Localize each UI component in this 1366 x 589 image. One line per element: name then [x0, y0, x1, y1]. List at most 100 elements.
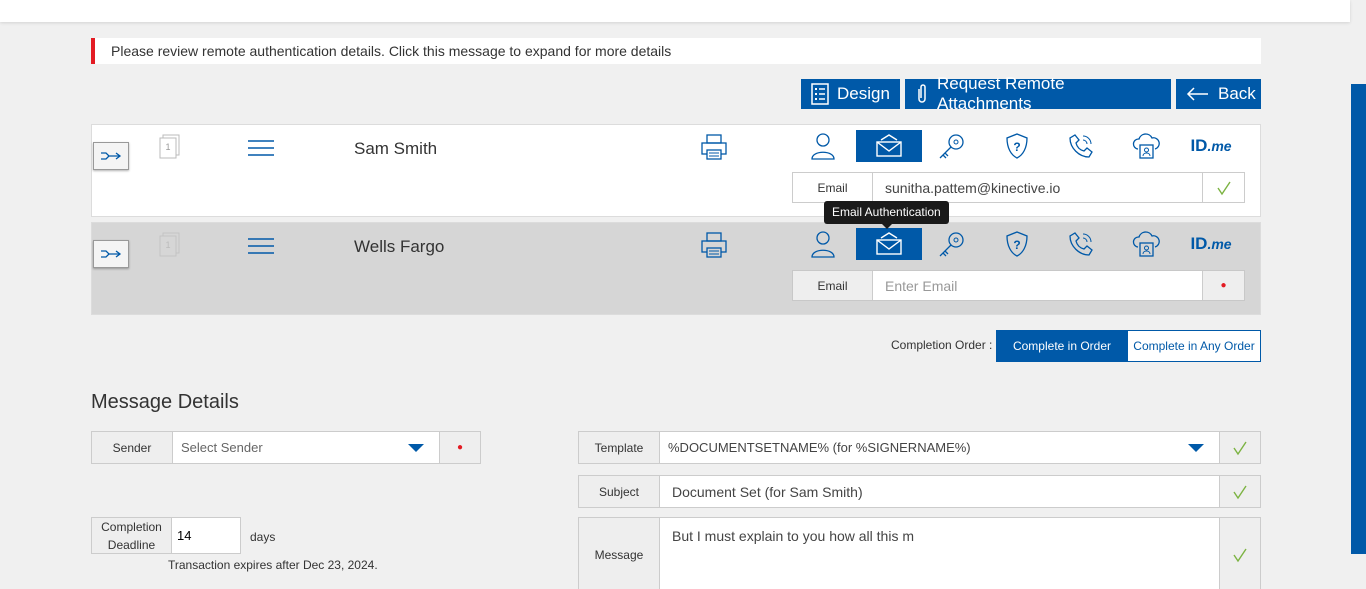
email-auth-button[interactable]	[856, 130, 922, 162]
email-icon	[876, 134, 902, 157]
key-auth-button[interactable]	[921, 228, 983, 260]
email-icon	[876, 232, 902, 255]
message-details-title: Message Details	[91, 391, 239, 413]
back-label: Back	[1218, 84, 1256, 103]
message-status	[1219, 518, 1260, 589]
email-status	[1202, 173, 1244, 202]
subject-input[interactable]: Document Set (for Sam Smith)	[660, 476, 1219, 507]
chevron-down-icon	[1188, 443, 1204, 452]
page-number-icon[interactable]: 1	[159, 232, 181, 258]
idme-auth-button[interactable]: ID.me	[1180, 228, 1242, 260]
email-input[interactable]	[873, 271, 1202, 300]
idme-auth-button[interactable]: ID.me	[1180, 130, 1242, 162]
sender-field: Sender Select Sender ●	[91, 431, 481, 464]
checklist-icon	[811, 83, 829, 105]
signer-email-row: Email ●	[792, 270, 1245, 301]
design-label: Design	[837, 84, 890, 103]
phone-auth-button[interactable]	[1050, 228, 1112, 260]
route-arrow-icon	[101, 152, 122, 160]
paperclip-icon	[918, 84, 926, 103]
request-attachments-button[interactable]: Request Remote Attachments	[905, 74, 1171, 113]
subject-label: Subject	[579, 476, 660, 507]
question-auth-button[interactable]: ?	[986, 130, 1048, 162]
message-field: Message But I must explain to you how al…	[578, 517, 1261, 589]
remote-auth-alert[interactable]: Please review remote authentication deta…	[91, 38, 1261, 64]
arrow-left-icon	[1186, 87, 1208, 101]
complete-in-order-button[interactable]: Complete in Order	[996, 330, 1128, 362]
email-required-status: ●	[1202, 271, 1244, 300]
expiry-note: Transaction expires after Dec 23, 2024.	[168, 558, 378, 572]
sender-select[interactable]: Select Sender	[173, 432, 439, 463]
subject-status	[1219, 476, 1260, 507]
sender-required-status: ●	[439, 432, 480, 463]
email-label: Email	[793, 271, 873, 300]
phone-icon	[1069, 134, 1093, 158]
signer-email-row: Email	[792, 172, 1245, 203]
template-field: Template %DOCUMENTSETNAME% (for %SIGNERN…	[578, 431, 1261, 464]
person-auth-button[interactable]	[792, 228, 854, 260]
email-label: Email	[793, 173, 873, 202]
svg-text:?: ?	[1013, 140, 1020, 154]
svg-text:?: ?	[1013, 238, 1020, 252]
template-status	[1219, 432, 1260, 463]
message-label: Message	[579, 518, 660, 589]
question-auth-button[interactable]: ?	[986, 228, 1048, 260]
signer-name: Wells Fargo	[354, 237, 445, 256]
sender-placeholder: Select Sender	[181, 440, 263, 455]
person-icon	[811, 231, 835, 258]
chevron-down-icon	[408, 443, 424, 452]
cloud-id-icon	[1132, 231, 1160, 257]
completion-deadline-field: Completion Deadline	[91, 517, 241, 554]
key-icon	[939, 232, 964, 257]
menu-icon[interactable]	[248, 139, 274, 157]
required-dot-icon: ●	[1220, 280, 1227, 291]
menu-icon[interactable]	[248, 237, 274, 255]
signer-row: 1 Wells Fargo ? ID.me Email ●	[91, 222, 1261, 315]
required-dot-icon: ●	[456, 442, 464, 453]
template-label: Template	[579, 432, 660, 463]
completion-order-label: Completion Order :	[891, 338, 993, 352]
right-side-panel-tab[interactable]	[1351, 84, 1366, 554]
svg-text:1: 1	[165, 240, 170, 250]
phone-icon	[1069, 232, 1093, 256]
print-icon[interactable]	[700, 133, 728, 161]
complete-any-order-button[interactable]: Complete in Any Order	[1127, 330, 1261, 362]
template-select[interactable]: %DOCUMENTSETNAME% (for %SIGNERNAME%)	[660, 432, 1219, 463]
signer-name: Sam Smith	[354, 139, 438, 158]
page-number-icon[interactable]: 1	[159, 134, 181, 160]
deadline-label: Completion Deadline	[91, 517, 172, 554]
checkmark-icon	[1233, 441, 1247, 455]
key-icon	[939, 134, 964, 159]
checkmark-icon	[1216, 181, 1231, 195]
svg-text:1: 1	[165, 142, 170, 152]
idme-logo: ID.me	[1190, 234, 1232, 253]
key-auth-button[interactable]	[921, 130, 983, 162]
template-value: %DOCUMENTSETNAME% (for %SIGNERNAME%)	[668, 440, 971, 455]
person-auth-button[interactable]	[792, 130, 854, 162]
signer-row: 1 Sam Smith ? ID.me Email	[91, 124, 1261, 217]
top-header-bar	[0, 0, 1350, 22]
shield-question-icon: ?	[1006, 231, 1028, 257]
email-input[interactable]	[873, 173, 1202, 202]
email-auth-tooltip: Email Authentication	[824, 201, 949, 229]
cloud-id-auth-button[interactable]	[1115, 130, 1177, 162]
attachments-label: Request Remote Attachments	[937, 74, 1065, 113]
design-button[interactable]: Design	[801, 79, 900, 109]
person-icon	[811, 133, 835, 160]
checkmark-icon	[1233, 485, 1247, 499]
print-icon[interactable]	[700, 231, 728, 259]
cloud-id-icon	[1132, 133, 1160, 159]
back-button[interactable]: Back	[1176, 79, 1261, 109]
reorder-button[interactable]	[93, 240, 129, 268]
subject-field: Subject Document Set (for Sam Smith)	[578, 475, 1261, 508]
checkmark-icon	[1233, 548, 1247, 563]
deadline-input[interactable]	[172, 517, 241, 554]
idme-logo: ID.me	[1190, 136, 1232, 155]
message-textarea[interactable]: But I must explain to you how all this m	[660, 518, 1219, 589]
cloud-id-auth-button[interactable]	[1115, 228, 1177, 260]
shield-question-icon: ?	[1006, 133, 1028, 159]
route-arrow-icon	[101, 250, 122, 258]
phone-auth-button[interactable]	[1050, 130, 1112, 162]
reorder-button[interactable]	[93, 142, 129, 170]
sender-label: Sender	[92, 432, 173, 463]
